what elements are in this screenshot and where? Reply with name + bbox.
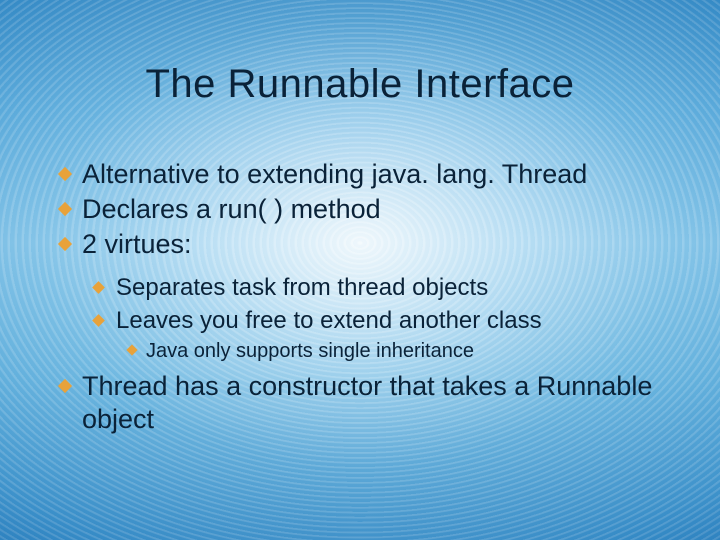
slide-body: Alternative to extending java. lang. Thr… xyxy=(58,158,680,438)
bullet-level2: Separates task from thread objects xyxy=(92,273,680,304)
slide-title: The Runnable Interface xyxy=(0,62,720,107)
bullet-level1: 2 virtues: xyxy=(58,228,680,261)
bullet-level2: Leaves you free to extend another class xyxy=(92,306,680,337)
bullet-level1: Thread has a constructor that takes a Ru… xyxy=(58,370,680,436)
bullet-level1: Declares a run( ) method xyxy=(58,193,680,226)
slide: The Runnable Interface Alternative to ex… xyxy=(0,0,720,540)
bullet-level1: Alternative to extending java. lang. Thr… xyxy=(58,158,680,191)
bullet-level3: Java only supports single inheritance xyxy=(126,338,680,364)
